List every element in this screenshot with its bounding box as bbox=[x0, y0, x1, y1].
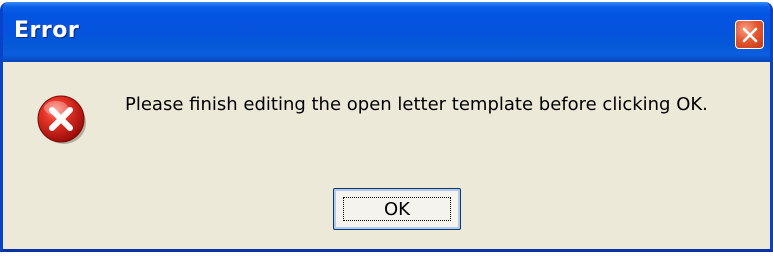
error-message: Please finish editing the open letter te… bbox=[125, 94, 708, 115]
error-icon bbox=[36, 94, 88, 146]
error-dialog: Error Please finish editing the open let… bbox=[0, 2, 773, 252]
close-icon bbox=[742, 27, 758, 43]
dialog-title: Error bbox=[14, 18, 80, 43]
title-bar[interactable]: Error bbox=[3, 2, 770, 62]
ok-button-label: OK bbox=[384, 198, 410, 220]
close-button[interactable] bbox=[735, 20, 764, 49]
ok-button[interactable]: OK bbox=[333, 188, 461, 230]
